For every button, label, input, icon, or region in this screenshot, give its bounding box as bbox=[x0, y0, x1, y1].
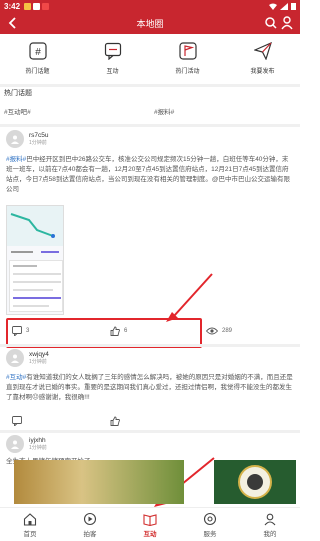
user-icon bbox=[264, 513, 276, 525]
user-icon bbox=[11, 440, 19, 449]
post-time: 1分钟前 bbox=[29, 139, 47, 146]
comment-button[interactable] bbox=[12, 416, 26, 426]
quick-link-publish[interactable]: 我要发布 bbox=[225, 38, 300, 84]
avatar[interactable] bbox=[6, 435, 24, 453]
post-image[interactable] bbox=[214, 460, 296, 504]
app-header: 本地圈 bbox=[0, 12, 300, 34]
post-text: #报料#巴中经开区到巴中26路公交车，核准公交公司规定频次15分钟一趟，白班任等… bbox=[0, 155, 300, 195]
map-thumbnail bbox=[7, 206, 63, 246]
hot-topics-heading: 热门话题 bbox=[4, 90, 32, 97]
quick-link-interact[interactable]: 互动 bbox=[75, 38, 150, 84]
tab-paike[interactable]: 拍客 bbox=[60, 508, 120, 541]
thumbs-up-icon bbox=[110, 416, 120, 426]
post-topic-tag[interactable]: #报料# bbox=[6, 156, 26, 163]
quick-link-label: 互动 bbox=[106, 69, 119, 75]
post-text: #互动#有谁知道我们的女人耽搁了三年的感情怎么解决吗，被她的原因只是对婚姻的不满… bbox=[0, 373, 300, 403]
divider bbox=[0, 124, 300, 127]
status-time: 3:42 bbox=[4, 1, 21, 11]
book-icon bbox=[143, 513, 157, 526]
user-icon[interactable] bbox=[280, 15, 294, 31]
tab-mine[interactable]: 我的 bbox=[240, 508, 300, 541]
tab-service[interactable]: 服务 bbox=[180, 508, 240, 541]
flag-icon bbox=[178, 42, 197, 60]
post-time: 1分钟前 bbox=[29, 358, 47, 365]
wifi-icon bbox=[269, 3, 277, 10]
tab-interact[interactable]: 互动 bbox=[120, 508, 180, 541]
post-author[interactable]: xwjqy4 bbox=[29, 351, 49, 359]
search-icon[interactable] bbox=[264, 15, 278, 31]
view-count: 289 bbox=[222, 328, 233, 334]
tab-home[interactable]: 首页 bbox=[0, 508, 60, 541]
quick-link-label: 我要发布 bbox=[250, 69, 275, 75]
post-author[interactable]: iyjxhh bbox=[29, 437, 47, 445]
post-author[interactable]: rs7c5u bbox=[29, 132, 49, 140]
tab-label: 首页 bbox=[23, 530, 37, 538]
page-title: 本地圈 bbox=[136, 18, 164, 29]
svg-text:#: # bbox=[35, 47, 41, 58]
send-icon bbox=[253, 42, 272, 60]
post-actions bbox=[0, 411, 300, 431]
badge-icon bbox=[238, 465, 272, 499]
status-bar: 3:42 bbox=[0, 0, 300, 12]
post-body: 有谁知道我们的女人耽搁了三年的感情怎么解决吗，被她的原因只是对婚姻的不满，而且还… bbox=[6, 374, 293, 401]
quick-links: # 热门话题 互动 热门活动 我要发布 bbox=[0, 38, 300, 84]
notification-icon bbox=[24, 2, 32, 10]
hot-topics-section: 热门话题 #互动吧# #报料# bbox=[0, 86, 300, 124]
back-icon[interactable] bbox=[6, 15, 20, 31]
battery-icon bbox=[291, 3, 296, 10]
tab-label: 互动 bbox=[143, 530, 157, 538]
tab-label: 服务 bbox=[203, 530, 217, 538]
schedule-card bbox=[9, 260, 63, 312]
tab-label: 我的 bbox=[263, 530, 277, 538]
quick-link-label: 热门活动 bbox=[175, 69, 200, 75]
quick-link-hot-topics[interactable]: # 热门话题 bbox=[0, 38, 75, 84]
play-icon bbox=[83, 512, 97, 525]
notification-icon bbox=[42, 2, 50, 10]
post-image[interactable] bbox=[14, 460, 184, 504]
eye-icon bbox=[206, 327, 218, 335]
hashtag-icon: # bbox=[28, 42, 47, 60]
comment-icon bbox=[12, 416, 22, 426]
home-icon bbox=[23, 512, 37, 526]
status-line bbox=[11, 251, 59, 253]
user-icon bbox=[11, 135, 19, 144]
post-image[interactable] bbox=[6, 205, 64, 315]
post-topic-tag[interactable]: #互动# bbox=[6, 374, 26, 381]
avatar[interactable] bbox=[6, 349, 24, 367]
notification-icon bbox=[33, 2, 41, 10]
post-time: 1分钟前 bbox=[29, 444, 47, 451]
quick-link-hot-events[interactable]: 热门活动 bbox=[150, 38, 225, 84]
tab-label: 拍客 bbox=[83, 530, 97, 538]
user-icon bbox=[11, 354, 19, 363]
chat-icon bbox=[104, 42, 121, 60]
hot-topic-tag[interactable]: #互动吧# bbox=[0, 100, 150, 122]
bottom-tab-bar: 首页 拍客 互动 服务 我的 bbox=[0, 507, 300, 541]
signal-icon bbox=[280, 2, 288, 10]
like-button[interactable] bbox=[110, 416, 124, 426]
service-icon bbox=[203, 512, 217, 525]
quick-link-label: 热门话题 bbox=[25, 69, 50, 75]
avatar[interactable] bbox=[6, 130, 24, 148]
hot-topic-tag[interactable]: #报料# bbox=[150, 100, 300, 122]
post-body: 巴中经开区到巴中26路公交车，核准公交公司规定频次15分钟一趟，白班任等车40分… bbox=[6, 156, 290, 193]
view-count-indicator: 289 bbox=[206, 327, 232, 335]
